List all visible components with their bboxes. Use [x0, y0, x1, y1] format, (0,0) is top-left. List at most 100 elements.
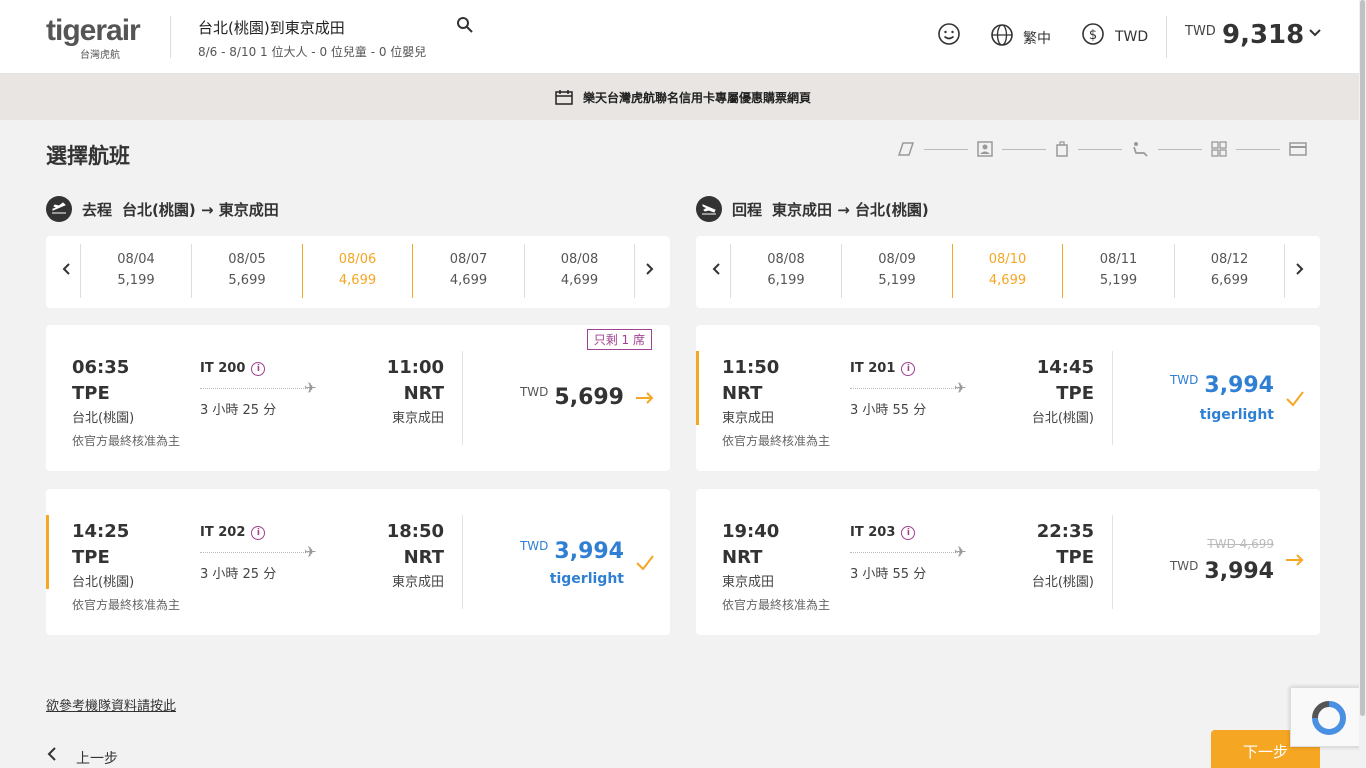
- fleet-info-link[interactable]: 欲參考機隊資料請按此: [46, 695, 176, 714]
- total-price[interactable]: 9,318: [1222, 20, 1304, 50]
- arrival-code: TPE: [1056, 383, 1094, 404]
- route-summary: 8/6 - 8/10 1 位大人 - 0 位兒童 - 0 位嬰兒: [198, 45, 427, 59]
- arrival-city: 台北(桃園): [1031, 411, 1094, 426]
- chevron-right-icon[interactable]: [1292, 262, 1306, 276]
- card-divider: [462, 515, 463, 609]
- date-option-selected[interactable]: 08/10 4,699: [952, 244, 1063, 298]
- fare-price: TWD 3,994: [1170, 559, 1274, 584]
- page-scrollbar[interactable]: [1359, 0, 1366, 768]
- flight-card[interactable]: 只剩 1 席 06:35 TPE 台北(桃園) 依官方最終核准為主 IT 200…: [46, 325, 670, 471]
- passenger-icon: [977, 141, 993, 157]
- arrival-code: TPE: [1056, 547, 1094, 568]
- flight-card-selected[interactable]: 11:50 NRT 東京成田 依官方最終核准為主 IT 201 i ✈ 3 小時 …: [696, 325, 1320, 471]
- date-option[interactable]: 08/07 4,699: [413, 244, 524, 298]
- recaptcha-icon: [1312, 701, 1346, 735]
- tigerair-logo[interactable]: tigerair 台灣虎航: [46, 16, 146, 62]
- chevron-right-icon[interactable]: [642, 262, 656, 276]
- promo-banner[interactable]: 樂天台灣虎航聯名信用卡專屬優惠購票網頁: [0, 74, 1366, 120]
- plane-icon: ✈: [954, 543, 967, 561]
- approval-note: 依官方最終核准為主: [722, 598, 831, 612]
- departure-city: 東京成田: [722, 575, 775, 590]
- outbound-heading: 去程 台北(桃園) → 東京成田: [46, 196, 279, 222]
- chevron-left-icon[interactable]: [710, 262, 724, 276]
- logo-subtitle: 台灣虎航: [80, 50, 120, 61]
- duration: 3 小時 25 分: [200, 567, 277, 582]
- step-connector: [1078, 148, 1122, 150]
- step-connector: [924, 148, 968, 150]
- flight-number: IT 200 i: [200, 361, 266, 376]
- outbound-label: 去程: [82, 200, 113, 219]
- flight-card-selected[interactable]: 14:25 TPE 台北(桃園) 依官方最終核准為主 IT 202 i ✈ 3 小…: [46, 489, 670, 635]
- seats-left-badge: 只剩 1 席: [586, 329, 652, 350]
- duration: 3 小時 55 分: [850, 403, 927, 418]
- smiley-icon: [938, 23, 960, 45]
- info-icon[interactable]: i: [251, 525, 266, 540]
- price-currency: TWD: [519, 539, 549, 553]
- info-icon[interactable]: i: [251, 361, 266, 376]
- booking-progress: [897, 141, 1307, 157]
- checkmark-icon[interactable]: [1284, 387, 1306, 409]
- chevron-left-icon: [47, 747, 56, 761]
- inbound-label: 回程: [732, 200, 763, 219]
- approval-note: 依官方最終核准為主: [722, 434, 831, 448]
- date-option[interactable]: 08/08 4,699: [524, 244, 635, 298]
- recaptcha-badge[interactable]: [1290, 687, 1366, 747]
- arrival-code: NRT: [403, 547, 444, 568]
- date-option[interactable]: 08/04 5,199: [80, 244, 191, 298]
- date-option[interactable]: 08/08 6,199: [730, 244, 841, 298]
- date-option[interactable]: 08/11 5,199: [1063, 244, 1174, 298]
- departure-code: TPE: [72, 383, 110, 404]
- arrival-city: 台北(桃園): [1031, 575, 1094, 590]
- date-option[interactable]: 08/05 5,699: [191, 244, 302, 298]
- route-line: [200, 552, 310, 553]
- luggage-icon: [1056, 141, 1068, 157]
- chevron-left-icon[interactable]: [60, 262, 74, 276]
- language-selector[interactable]: 繁中: [990, 22, 1051, 48]
- step-connector: [1236, 148, 1280, 150]
- takeoff-icon: [46, 196, 72, 222]
- info-icon[interactable]: i: [901, 525, 916, 540]
- checkmark-icon[interactable]: [634, 551, 656, 573]
- arrow-right-icon[interactable]: [634, 387, 656, 409]
- search-icon[interactable]: [456, 16, 474, 34]
- departure-code: NRT: [722, 547, 763, 568]
- back-button[interactable]: 上一步: [46, 740, 118, 768]
- route-title[interactable]: 台北(桃園)到東京成田: [198, 17, 345, 38]
- total-currency: TWD: [1185, 24, 1216, 39]
- plane-icon: ✈: [304, 543, 317, 561]
- flight-card[interactable]: 19:40 NRT 東京成田 依官方最終核准為主 IT 203 i ✈ 3 小時 …: [696, 489, 1320, 635]
- date-price: 6,699: [1210, 273, 1249, 288]
- flight-number: IT 201 i: [850, 361, 916, 376]
- date-option-selected[interactable]: 08/06 4,699: [302, 244, 413, 298]
- landing-icon: [696, 196, 722, 222]
- arrow-right-icon[interactable]: [1284, 549, 1306, 571]
- price-currency: TWD: [1169, 373, 1199, 387]
- calendar-gift-icon: [555, 90, 573, 105]
- inbound-date-strip: 08/08 6,199 08/09 5,199 08/10 4,699 08/11 5,…: [696, 236, 1320, 308]
- date-option[interactable]: 08/12 6,699: [1174, 244, 1285, 298]
- flight-number-text: IT 203: [850, 525, 896, 540]
- date-option[interactable]: 08/09 5,199: [841, 244, 952, 298]
- date-label: 08/04: [117, 252, 155, 267]
- date-label: 08/11: [1099, 252, 1138, 267]
- plane-icon: ✈: [954, 379, 967, 397]
- info-icon[interactable]: i: [901, 361, 916, 376]
- fare-price: TWD 3,994: [1170, 373, 1274, 398]
- departure-time: 14:25: [72, 521, 130, 542]
- fare-price: TWD 3,994: [520, 539, 624, 564]
- currency-selector[interactable]: $ TWD: [1081, 22, 1148, 46]
- card-divider: [1112, 351, 1113, 445]
- outbound-route: 台北(桃園) → 東京成田: [122, 200, 279, 219]
- date-label: 08/06: [338, 252, 377, 267]
- date-label: 08/09: [878, 252, 916, 267]
- flight-number: IT 202 i: [200, 525, 266, 540]
- scrollbar-thumb[interactable]: [1360, 0, 1365, 716]
- header-divider-right: [1166, 16, 1167, 58]
- account-button[interactable]: [937, 22, 961, 46]
- duration: 3 小時 55 分: [850, 567, 927, 582]
- route-line: [200, 388, 310, 389]
- date-label: 08/10: [988, 252, 1027, 267]
- departure-code: TPE: [72, 547, 110, 568]
- chevron-down-icon[interactable]: [1308, 26, 1322, 40]
- date-label: 08/12: [1210, 252, 1249, 267]
